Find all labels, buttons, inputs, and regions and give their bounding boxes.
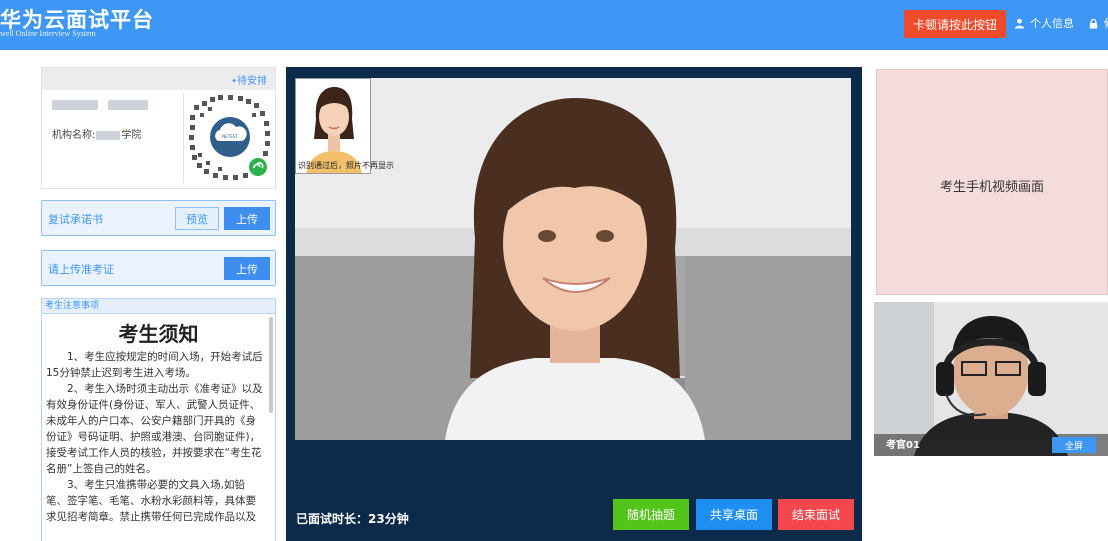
candidate-video-image <box>295 78 851 440</box>
notice-header: 考生注意事项 <box>42 299 275 314</box>
change-password-label: 修 <box>1104 15 1108 31</box>
notice-paragraph: 1、考生应按规定的时间入场，开始考试后15分钟禁止迟到考生进入考场。 <box>46 351 263 379</box>
notice-body: 1、考生应按规定的时间入场，开始考试后15分钟禁止迟到考生进入考场。 2、考生入… <box>42 347 275 525</box>
svg-text:NETEST: NETEST <box>222 134 238 139</box>
pending-status-link[interactable]: •待安排 <box>231 72 267 87</box>
random-question-button[interactable]: 随机抽题 <box>613 499 689 530</box>
app-subtitle: well Online Interview System <box>0 29 96 38</box>
share-desktop-button[interactable]: 共享桌面 <box>696 499 772 530</box>
mini-program-qr-code: NETEST <box>183 93 275 183</box>
notice-scrollbar[interactable] <box>269 317 273 413</box>
candidate-info-card: •待安排 机构名称: 学院 NETEST <box>41 67 276 189</box>
candidate-notice-panel[interactable]: 考生注意事项 考生须知 1、考生应按规定的时间入场，开始考试后15分钟禁止迟到考… <box>41 298 276 541</box>
commitment-letter-label: 复试承诺书 <box>48 213 103 226</box>
profile-link[interactable]: 个人信息 <box>1014 15 1074 31</box>
phone-video-panel: 考生手机视频画面 <box>876 69 1108 295</box>
profile-link-label: 个人信息 <box>1030 17 1074 30</box>
admission-ticket-label: 请上传准考证 <box>48 263 114 276</box>
end-interview-button[interactable]: 结束面试 <box>778 499 854 530</box>
phone-video-label: 考生手机视频画面 <box>939 180 1044 195</box>
commitment-upload-button[interactable]: 上传 <box>224 207 270 230</box>
examiner-name: 考官01 <box>886 440 920 451</box>
top-header: 华为云面试平台 well Online Interview System 卡顿请… <box>0 0 1108 50</box>
notice-paragraph: 3、考生只准携带必要的文具入场,如铅笔、签字笔、毛笔、水粉水彩颜料等，具体要求见… <box>46 479 256 523</box>
id-photo-caption: 识别通过后，照片不再显示 <box>298 161 394 170</box>
candidate-name-masked <box>52 100 148 110</box>
organization-label: 机构名称: <box>52 130 96 141</box>
admission-upload-button[interactable]: 上传 <box>224 257 270 280</box>
commitment-preview-button[interactable]: 预览 <box>175 207 219 230</box>
organization-row: 机构名称: 学院 <box>52 126 141 141</box>
organization-name-masked <box>96 130 121 140</box>
notice-title: 考生须知 <box>118 322 199 346</box>
candidate-video-stage: 识别通过后，照片不再显示 已面试时长：23分钟 随机抽题 共享桌面 结束面试 <box>286 67 862 541</box>
commitment-letter-card: 复试承诺书 预览 上传 <box>41 200 276 236</box>
change-password-link[interactable]: 修 <box>1088 15 1108 31</box>
lock-icon <box>1089 18 1098 29</box>
candidate-video-feed <box>295 78 851 440</box>
info-card-header: •待安排 <box>42 68 275 90</box>
organization-suffix: 学院 <box>121 130 142 141</box>
lag-report-button[interactable]: 卡顿请按此按钮 <box>904 10 1006 38</box>
notice-paragraph: 2、考生入场时须主动出示《准考证》以及有效身份证件(身份证、军人、武警人员证件、… <box>46 383 263 475</box>
examiner-video-feed: 考官01 全屏 <box>874 302 1108 456</box>
admission-ticket-card: 请上传准考证 上传 <box>41 250 276 286</box>
qr-code-icon: NETEST <box>189 95 270 180</box>
fullscreen-button[interactable]: 全屏 <box>1052 437 1096 453</box>
interview-duration: 已面试时长：23分钟 <box>296 512 409 526</box>
user-icon <box>1014 18 1025 29</box>
examiner-video-image <box>874 302 1108 456</box>
